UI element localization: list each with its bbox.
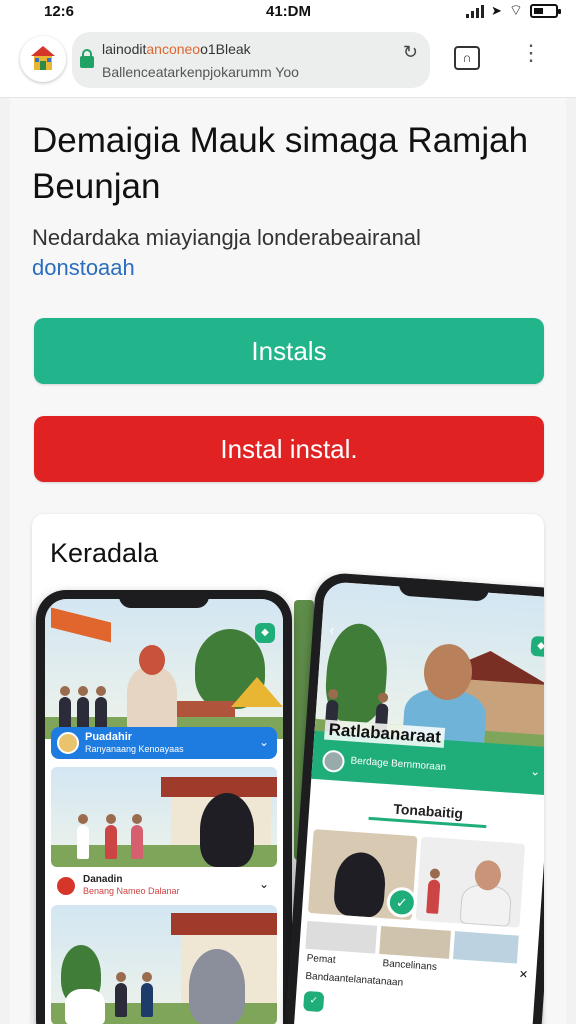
app-badge-icon: ◆ (255, 623, 275, 643)
tabs-icon[interactable]: ∩ (454, 46, 480, 70)
chevron-down-icon[interactable]: ⌄ (259, 735, 269, 749)
browser-toolbar: lainoditanconeoo1Bleak Ballenceatarkenpj… (0, 26, 576, 98)
close-icon[interactable]: ✕ (518, 968, 528, 982)
banner-subtitle: Ranyanaang Kenoayaas (85, 744, 184, 754)
feed-photo-2 (51, 905, 277, 1024)
install-alt-button[interactable]: Instal instal. (34, 416, 544, 482)
portrait-figure (459, 859, 513, 927)
banner-card[interactable]: Puadahir Ranyanaang Kenoayaas ⌄ (51, 727, 277, 759)
person-figure (77, 686, 89, 731)
subtitle-text: Nedardaka miayiangja londerabeairanal (32, 225, 421, 250)
phone-2-screen: ◆ ‹ Ratlabanaraat Berdage Bernmoraan ⌄ T… (292, 581, 544, 1024)
thumb-1 (305, 920, 378, 954)
banner-title: Puadahir (85, 731, 133, 743)
subtitle-link[interactable]: donstoaah (32, 255, 135, 280)
face (200, 793, 230, 827)
header-subtitle: Berdage Bernmoraan (350, 755, 447, 774)
header-avatar (321, 749, 346, 774)
person-figure (131, 814, 143, 859)
lock-icon (80, 49, 94, 68)
child-figure (65, 989, 105, 1024)
install-button[interactable]: Instals (34, 318, 544, 384)
person-figure (141, 972, 153, 1017)
face (473, 859, 502, 892)
app-badge-icon: ◆ (530, 635, 544, 658)
caption-left: Pemat (306, 952, 336, 966)
thumb-2 (379, 926, 451, 959)
wifi-icon: ⌔ (508, 2, 523, 19)
face (189, 949, 219, 983)
roof-decor (231, 677, 283, 707)
signal-icon (465, 4, 484, 18)
chat-icon[interactable]: ✓ (303, 990, 325, 1013)
costume-figure (127, 645, 177, 731)
url-suffix: o1Bleak (200, 41, 251, 57)
url-line-1: lainoditanconeoo1Bleak (102, 41, 251, 57)
chevron-down-icon[interactable]: ⌄ (259, 877, 269, 891)
status-time-center: 41:DM (266, 3, 312, 20)
chevron-down-icon[interactable]: ⌄ (530, 764, 541, 779)
hero-photo: ◆ (45, 599, 283, 739)
caption-right: Bancelinans (382, 958, 438, 973)
flag-decor (51, 607, 111, 643)
portrait-figure (200, 793, 254, 867)
grid-photo-2 (415, 836, 526, 928)
screenshot-gallery: Keradala ◆ Puadahir Ranyanaang Kenoayaas… (32, 514, 544, 1024)
item-subtitle: Benang Nameo Dalanar (83, 886, 180, 896)
person-figure (105, 814, 117, 859)
back-icon[interactable]: ‹ (329, 622, 335, 638)
phone-1-screen: ◆ Puadahir Ranyanaang Kenoayaas ⌄ Danadi… (45, 599, 283, 1024)
thumb-3 (453, 931, 519, 964)
phone-notch (119, 590, 209, 608)
status-time-left: 12:6 (44, 3, 75, 20)
phone-mockup-2[interactable]: ◆ ‹ Ratlabanaraat Berdage Bernmoraan ⌄ T… (283, 571, 544, 1024)
mask-icon (139, 645, 165, 675)
item-avatar (55, 875, 77, 897)
caption-bottom: Bandaantelanatanaan (305, 970, 404, 989)
roof-decor (171, 913, 277, 935)
location-icon: ➤ (490, 3, 502, 18)
more-vert-icon[interactable]: ⋮ (520, 42, 542, 64)
battery-icon (530, 4, 561, 18)
url-bar[interactable]: lainoditanconeoo1Bleak Ballenceatarkenpj… (72, 32, 430, 88)
person-figure (115, 972, 127, 1017)
person-figure (95, 686, 107, 731)
phone-mockup-1[interactable]: ◆ Puadahir Ranyanaang Kenoayaas ⌄ Danadi… (36, 590, 292, 1024)
url-prefix: lainodit (102, 41, 147, 57)
feed-item[interactable]: Danadin Benang Nameo Dalanar ⌄ (51, 871, 277, 901)
banner-avatar (57, 732, 79, 754)
site-logo-icon[interactable] (20, 36, 66, 82)
person-figure (77, 814, 89, 859)
item-title: Danadin (83, 874, 123, 885)
url-highlight: anconeo (146, 41, 201, 57)
url-line-2: Ballenceatarkenpjokarumm Yoo (102, 64, 299, 80)
feed-photo-1 (51, 767, 277, 867)
page-subtitle: Nedardaka miayiangja londerabeairanal do… (32, 223, 552, 283)
page-content: Demaigia Mauk simaga Ramjah Beunjan Neda… (10, 98, 566, 1024)
page-title: Demaigia Mauk simaga Ramjah Beunjan (32, 121, 529, 206)
portrait-figure (332, 850, 388, 919)
status-icons: ➤ ⌔ (465, 2, 561, 19)
gallery-title: Keradala (50, 538, 159, 568)
person-figure (426, 879, 441, 914)
person-figure (59, 686, 71, 731)
portrait-figure (189, 949, 245, 1024)
face (335, 851, 363, 883)
reload-icon[interactable]: ↻ (403, 42, 418, 63)
status-bar: 12:6 41:DM ➤ ⌔ (0, 0, 576, 26)
